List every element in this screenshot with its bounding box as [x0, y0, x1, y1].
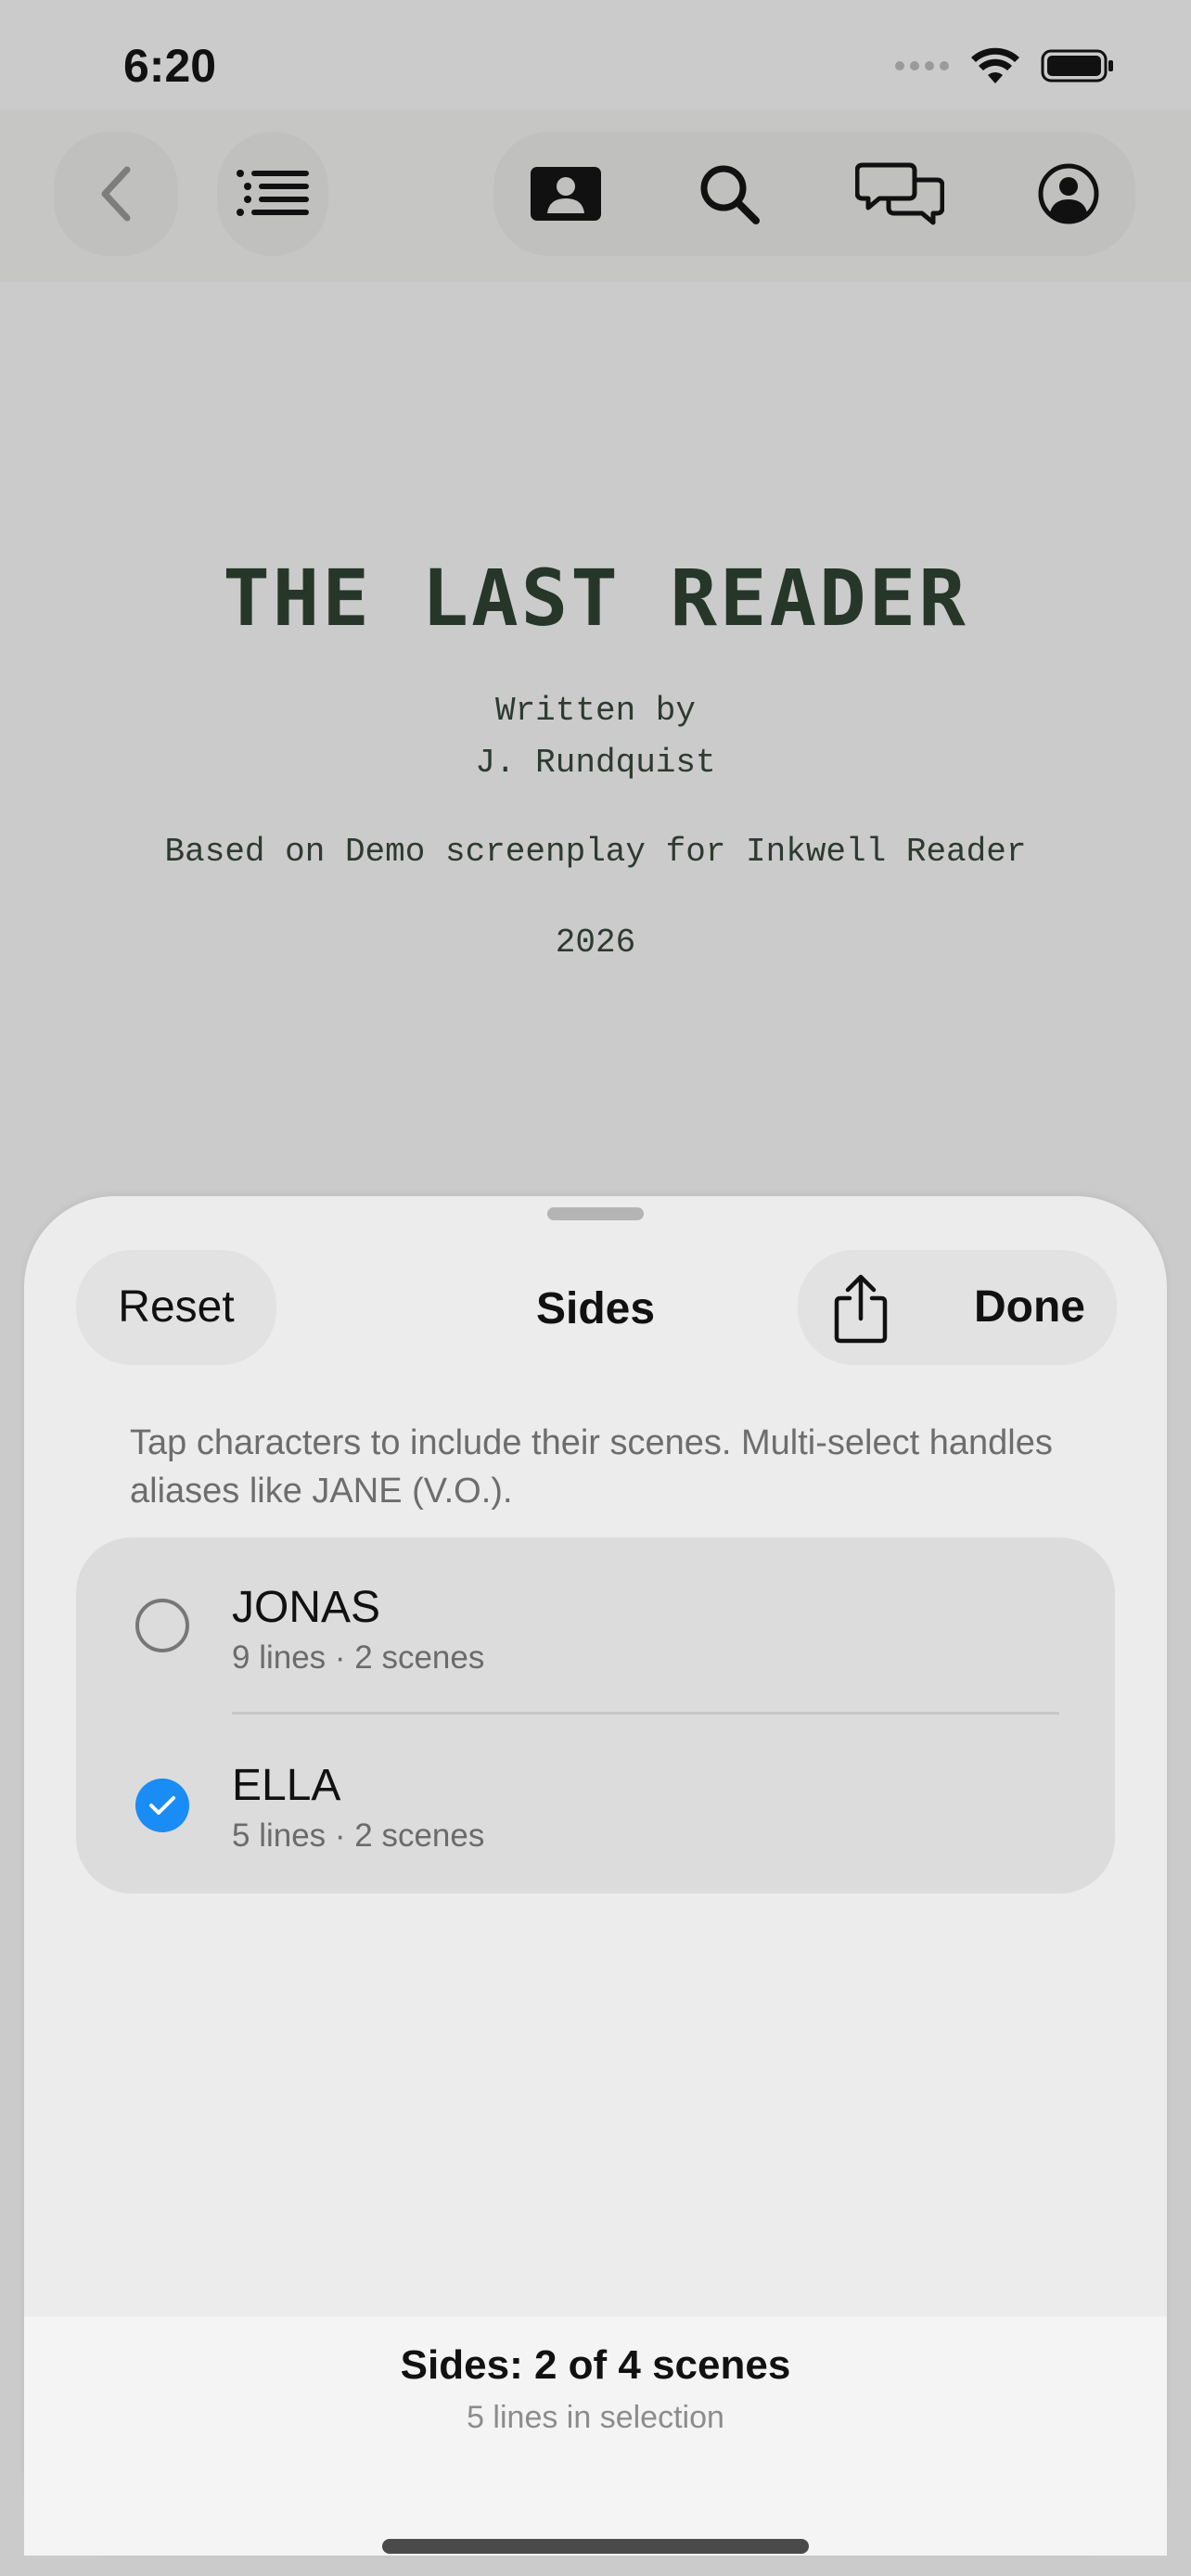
reader-toolbar	[0, 109, 1191, 282]
cellular-signal-icon	[895, 61, 949, 70]
character-name: JONAS	[232, 1583, 381, 1632]
account-icon	[1038, 163, 1099, 224]
share-icon	[834, 1274, 888, 1344]
based-on-line: Based on Demo screenplay for Inkwell Rea…	[164, 833, 1027, 871]
status-icons	[894, 46, 1115, 85]
character-card-icon	[531, 167, 601, 221]
author-name: J. Rundquist	[475, 744, 716, 782]
search-icon	[700, 165, 760, 224]
account-button[interactable]	[1013, 132, 1124, 256]
home-indicator[interactable]	[382, 2539, 809, 2554]
summary-title: Sides: 2 of 4 scenes	[400, 2342, 791, 2388]
comments-button[interactable]	[842, 132, 957, 256]
radio-unselected-icon[interactable]	[135, 1599, 189, 1652]
share-button[interactable]	[826, 1270, 896, 1348]
comments-icon	[855, 162, 944, 225]
done-button[interactable]: Done	[965, 1282, 1095, 1333]
character-meta: 5 lines · 2 scenes	[232, 1817, 485, 1854]
character-name: ELLA	[232, 1761, 341, 1810]
year-line: 2026	[555, 924, 636, 962]
summary-subtitle: 5 lines in selection	[467, 2400, 724, 2435]
screenplay-title: THE LAST READER	[223, 553, 968, 644]
checkmark-icon	[149, 1796, 175, 1815]
status-time: 6:20	[123, 40, 217, 92]
sides-instructions: Tap characters to include their scenes. …	[130, 1423, 1053, 1511]
written-by-label: Written by	[494, 692, 697, 730]
outline-list-icon	[237, 170, 309, 216]
wifi-icon	[971, 47, 1019, 83]
battery-icon	[1041, 49, 1113, 83]
sheet-grabber[interactable]	[547, 1207, 644, 1220]
outline-button[interactable]	[217, 132, 328, 256]
back-chevron-icon	[101, 166, 131, 222]
character-view-button[interactable]	[510, 132, 621, 256]
character-meta: 9 lines · 2 scenes	[232, 1639, 485, 1676]
back-button[interactable]	[54, 132, 178, 256]
radio-selected-icon[interactable]	[135, 1779, 189, 1832]
search-button[interactable]	[673, 132, 785, 256]
